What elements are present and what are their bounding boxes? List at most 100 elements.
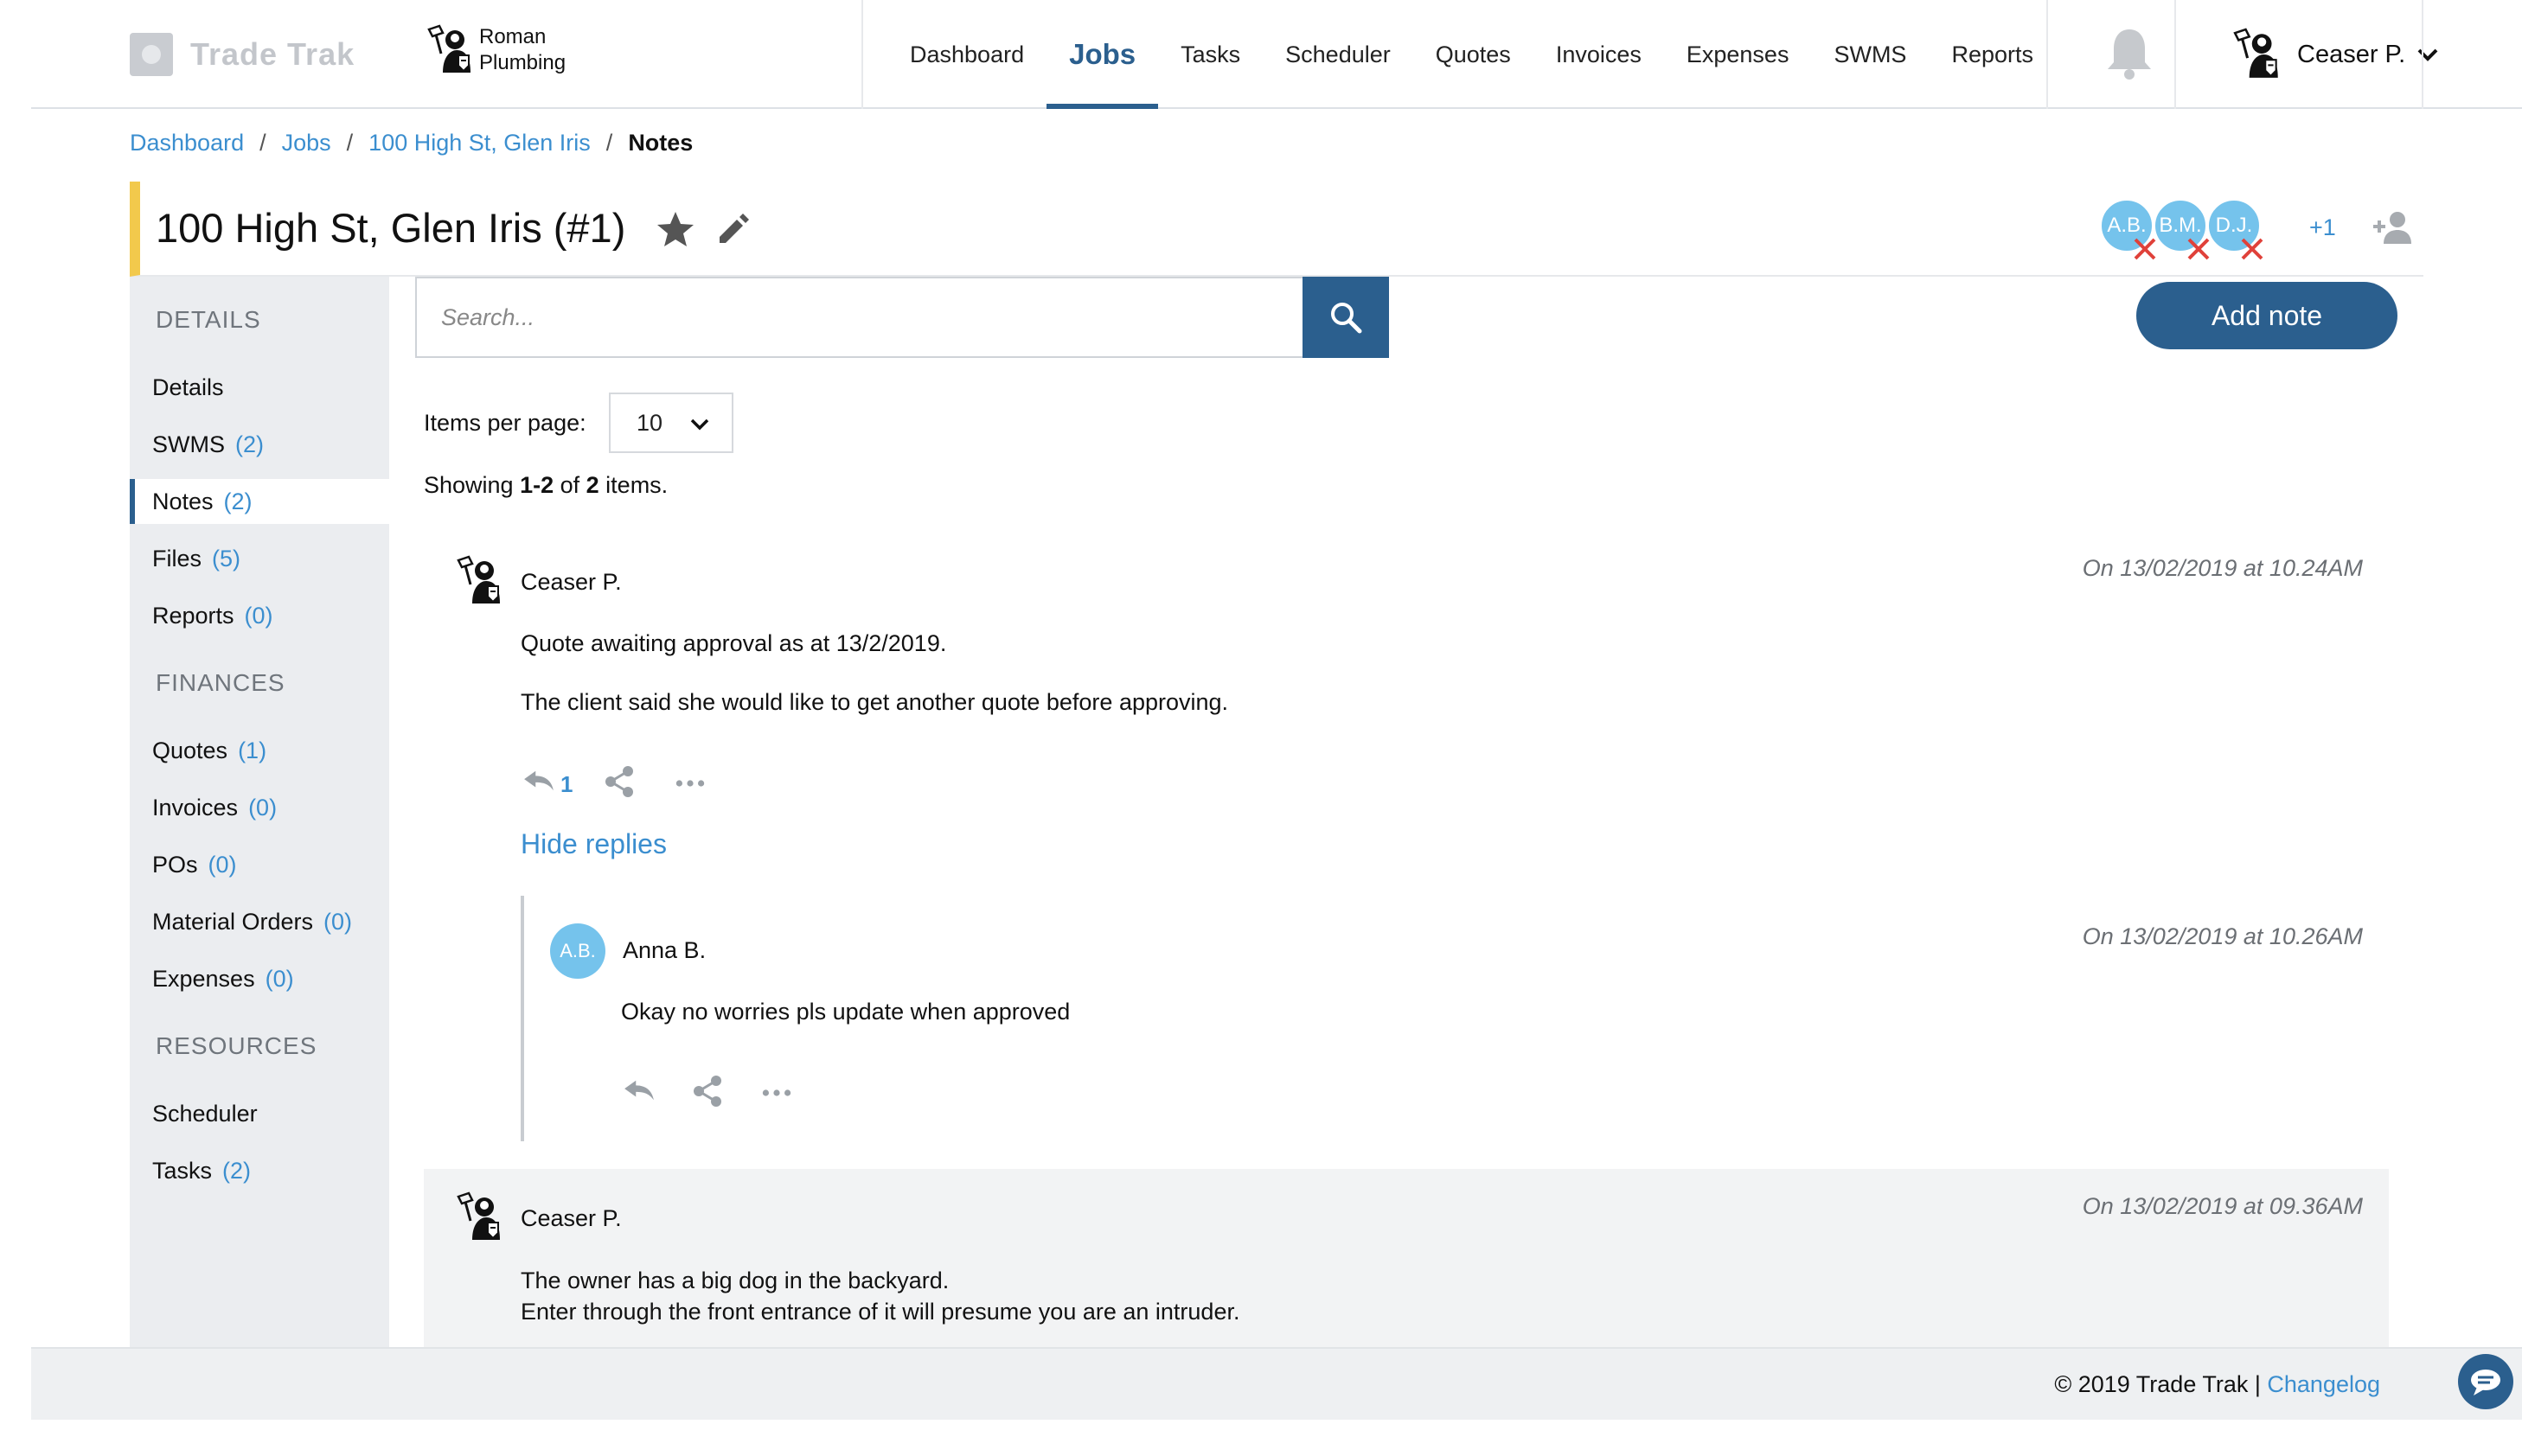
nav-dashboard[interactable]: Dashboard — [887, 0, 1047, 109]
sidebar-item-expenses[interactable]: Expenses (0) — [130, 956, 389, 1001]
more-assignees-link[interactable]: +1 — [2309, 214, 2336, 241]
author-avatar-icon — [455, 555, 507, 607]
search-icon — [1331, 303, 1362, 334]
sidebar-item-count: (2) — [235, 431, 264, 457]
company-name: Roman Plumbing — [479, 24, 583, 76]
note-timestamp: On 13/02/2019 at 09.36AM — [2082, 1193, 2363, 1219]
showing-range: 1-2 — [520, 472, 554, 498]
sidebar-item-quotes[interactable]: Quotes (1) — [130, 728, 389, 773]
sidebar-item-notes[interactable]: Notes (2) — [130, 479, 389, 524]
page-title: 100 High St, Glen Iris (#1) — [156, 205, 626, 251]
hide-replies-link[interactable]: Hide replies — [521, 828, 667, 860]
sidebar-item-count: (0) — [208, 851, 237, 878]
reply-icon[interactable] — [623, 1077, 656, 1103]
sidebar-item-count: (0) — [323, 908, 353, 935]
star-icon[interactable] — [656, 209, 695, 249]
company-logo-icon — [426, 24, 477, 76]
sidebar-item-invoices[interactable]: Invoices (0) — [130, 785, 389, 830]
note-author: Ceaser P. — [521, 1205, 622, 1231]
reply-count[interactable]: 1 — [560, 771, 573, 798]
pencil-icon[interactable] — [714, 211, 751, 247]
chat-support-button[interactable] — [2458, 1354, 2513, 1409]
sidebar-item-pos[interactable]: POs (0) — [130, 842, 389, 887]
sidebar-item-swms[interactable]: SWMS (2) — [130, 422, 389, 467]
company-brand[interactable]: Roman Plumbing — [426, 24, 583, 76]
sidebar-heading-resources: RESOURCES — [156, 1032, 317, 1059]
reply-author: Anna B. — [623, 937, 707, 963]
sidebar-item-tasks[interactable]: Tasks (2) — [130, 1148, 389, 1193]
add-person-icon[interactable] — [2370, 206, 2415, 251]
footer: © 2019 Trade Trak | Changelog — [31, 1347, 2522, 1420]
note-item-highlighted: Ceaser P. On 13/02/2019 at 09.36AM The o… — [424, 1169, 2389, 1347]
note-author: Ceaser P. — [521, 569, 622, 595]
nav-divider — [2422, 0, 2423, 109]
main-nav: Dashboard Jobs Tasks Scheduler Quotes In… — [887, 0, 2056, 109]
breadcrumb-jobs[interactable]: Jobs — [282, 130, 331, 156]
top-navigation-bar: Trade Trak Roman Plumbing Dashboard Jobs… — [31, 0, 2522, 109]
job-header: 100 High St, Glen Iris (#1) A.B. B.M. D.… — [130, 182, 2423, 277]
nav-divider — [861, 0, 863, 109]
breadcrumb-job[interactable]: 100 High St, Glen Iris — [368, 130, 591, 156]
sidebar-item-label: Details — [152, 374, 224, 400]
nav-expenses[interactable]: Expenses — [1664, 0, 1812, 109]
sidebar-item-label: Reports — [152, 602, 234, 629]
sidebar-item-label: Tasks — [152, 1157, 213, 1184]
copyright-text: © 2019 Trade Trak | — [2054, 1371, 2268, 1397]
nav-scheduler[interactable]: Scheduler — [1263, 0, 1413, 109]
sidebar-item-material-orders[interactable]: Material Orders (0) — [130, 899, 389, 944]
sidebar-item-label: SWMS — [152, 431, 225, 457]
app-brand[interactable]: Trade Trak — [130, 33, 355, 76]
breadcrumb-separator: / — [259, 130, 266, 156]
remove-assignee-icon[interactable] — [2238, 235, 2266, 263]
items-per-page-select[interactable]: 10 — [609, 393, 733, 453]
chevron-down-icon — [690, 418, 709, 431]
breadcrumb-dashboard[interactable]: Dashboard — [130, 130, 244, 156]
reply-item: Anna B. On 13/02/2019 at 10.26AM Okay no… — [424, 920, 2389, 1145]
items-per-page-label: Items per page: — [424, 410, 586, 436]
notes-search — [415, 277, 1389, 358]
sidebar-item-files[interactable]: Files (5) — [130, 536, 389, 581]
sidebar-item-details[interactable]: Details — [130, 365, 389, 410]
nav-tasks[interactable]: Tasks — [1158, 0, 1263, 109]
share-icon[interactable] — [602, 764, 637, 799]
nav-divider — [2046, 0, 2048, 109]
nav-jobs[interactable]: Jobs — [1047, 0, 1159, 109]
remove-assignee-icon[interactable] — [2185, 235, 2212, 263]
job-sidebar: DETAILS Details SWMS (2) Notes (2) Files… — [130, 277, 389, 1347]
chevron-down-icon — [2417, 48, 2438, 61]
sidebar-item-count: (1) — [238, 737, 267, 763]
reply-icon[interactable] — [522, 768, 555, 794]
sidebar-item-label: Scheduler — [152, 1100, 258, 1127]
nav-invoices[interactable]: Invoices — [1533, 0, 1664, 109]
author-avatar-icon — [455, 1191, 507, 1243]
changelog-link[interactable]: Changelog — [2267, 1371, 2380, 1397]
remove-assignee-icon[interactable] — [2131, 235, 2159, 263]
nav-swms[interactable]: SWMS — [1811, 0, 1929, 109]
sidebar-item-scheduler[interactable]: Scheduler — [130, 1091, 389, 1136]
items-per-page-value: 10 — [637, 409, 663, 436]
nav-quotes[interactable]: Quotes — [1413, 0, 1533, 109]
company-name-line-2: Plumbing — [479, 51, 566, 74]
user-menu[interactable]: Ceaser P. — [2205, 0, 2456, 109]
sidebar-item-label: Notes — [152, 488, 214, 514]
user-name: Ceaser P. — [2297, 40, 2406, 68]
search-button[interactable] — [1303, 277, 1389, 358]
showing-summary: Showing 1-2 of 2 items. — [424, 472, 668, 499]
breadcrumb-separator: / — [605, 130, 613, 156]
more-options-icon[interactable] — [761, 1088, 792, 1098]
sidebar-item-label: Material Orders — [152, 908, 314, 935]
search-input[interactable] — [415, 277, 1303, 358]
sidebar-heading-details: DETAILS — [156, 306, 261, 333]
note-body-line: The client said she would like to get an… — [521, 689, 1229, 715]
nav-reports[interactable]: Reports — [1929, 0, 2056, 109]
sidebar-item-reports[interactable]: Reports (0) — [130, 593, 389, 638]
notifications-bell-icon[interactable] — [2103, 26, 2155, 81]
add-note-button[interactable]: Add note — [2136, 282, 2397, 349]
showing-suffix: items. — [598, 472, 669, 498]
sidebar-item-label: POs — [152, 851, 198, 878]
sidebar-item-count: (2) — [223, 488, 253, 514]
reply-body: Okay no worries pls update when approved — [621, 999, 1071, 1025]
share-icon[interactable] — [690, 1074, 725, 1108]
showing-of: of — [554, 472, 586, 498]
more-options-icon[interactable] — [675, 778, 706, 789]
